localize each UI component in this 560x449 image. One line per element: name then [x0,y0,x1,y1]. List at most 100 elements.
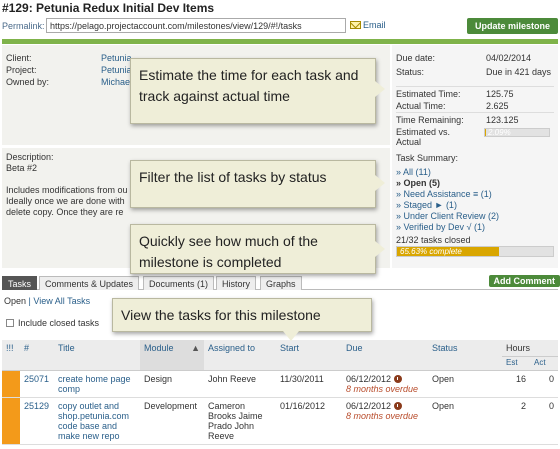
include-closed-checkbox[interactable] [6,319,14,327]
task-assigned: Cameron Brooks Jaime Prado John Reeve [204,397,276,445]
callout-filter-text: Filter the list of tasks by status [139,169,327,185]
sort-asc-icon: ▲ [191,343,200,353]
table-row[interactable]: 25071 create home page comp Design John … [2,370,558,398]
include-closed-label: Include closed tasks [18,318,100,328]
task-hours-est: 2 [502,397,530,445]
callout-time-tracking-text: Estimate the time for each task and trac… [139,67,359,104]
tab-graphs[interactable]: Graphs [260,276,302,290]
status-label: Status: [396,67,425,77]
actual-time-label: Actual Time: [396,101,446,111]
tab-tasks[interactable]: Tasks [2,276,38,290]
task-id-link[interactable]: 25129 [20,397,54,445]
callout-arrow [375,175,385,191]
permalink-row: Permalink: Email Update milestone [2,18,558,34]
project-label: Project: [6,65,37,75]
due-date-value: 04/02/2014 [486,53,532,63]
task-status: Open [428,370,502,398]
actual-time-value: 2.625 [486,101,509,111]
table-row[interactable]: 25129 copy outlet and shop.petunia.com c… [2,397,558,445]
priority-marker [2,397,20,445]
summary-filter-need-assistance[interactable]: » Need Assistance ≡ (1) [396,189,499,200]
task-due: 06/12/2012 [346,374,392,384]
task-title-link[interactable]: copy outlet and shop.petunia.com code ba… [54,397,140,445]
milestone-stats-panel: Due date: 04/02/2014 Status: Due in 421 da… [392,45,558,268]
task-hours-act: 0 [530,370,558,398]
task-due: 06/12/2012 [346,401,392,411]
tab-history[interactable]: History [216,276,257,290]
tasks-closed-text: 21/32 tasks closed [396,235,471,245]
summary-filter-staged[interactable]: » Staged ► (1) [396,200,499,211]
estimated-time-value: 125.75 [486,89,514,99]
client-link[interactable]: Petunia [101,53,132,63]
est-vs-actual-label: Estimated vs. Actual [396,127,451,147]
task-subnav: Open | View All Tasks [4,296,90,306]
email-link[interactable]: Email [350,20,386,30]
callout-milestone-progress: Quickly see how much of the milestone is… [130,224,385,274]
col-status[interactable]: Status [428,340,502,371]
callout-time-tracking: Estimate the time for each task and trac… [130,58,385,124]
summary-filter-client-review[interactable]: » Under Client Review (2) [396,211,499,222]
divider [396,86,554,87]
priority-marker [2,370,20,398]
callout-arrow [283,331,299,341]
page-title: #129: Petunia Redux Initial Dev Items [2,1,215,15]
permalink-label: Permalink: [2,21,45,31]
update-milestone-button[interactable]: Update milestone [466,18,558,34]
summary-filter-all[interactable]: » All (11) [396,167,499,178]
owner-link[interactable]: Michae [101,77,130,87]
callout-arrow [375,81,385,97]
subnav-open[interactable]: Open [4,296,26,306]
envelope-icon [350,21,361,29]
task-summary-list: » All (11) » Open (5) » Need Assistance … [396,167,499,233]
add-comment-button[interactable]: Add Comment [488,275,560,287]
permalink-input[interactable] [46,18,346,33]
task-due-cell: 06/12/2012 8 months overdue [342,370,428,398]
task-hours-act: 0 [530,397,558,445]
task-start: 11/30/2011 [276,370,342,398]
milestone-progress-text: 65.63% complete [400,247,462,256]
include-closed-toggle[interactable]: Include closed tasks [6,318,99,328]
due-date-label: Due date: [396,53,436,63]
task-assigned: John Reeve [204,370,276,398]
col-assigned-to[interactable]: Assigned to [204,340,276,371]
est-vs-actual-bar: 2.09% [484,128,550,137]
task-summary-label: Task Summary: [396,153,459,163]
task-due-cell: 06/12/2012 8 months overdue [342,397,428,445]
description-line: delete copy. Once they are re [6,207,124,217]
time-remaining-value: 123.125 [486,115,519,125]
header-divider [2,39,558,44]
col-id[interactable]: # [20,340,54,371]
overdue-clock-icon [394,402,403,410]
email-label: Email [363,20,386,30]
callout-view-tasks-text: View the tasks for this milestone [121,307,321,323]
col-start[interactable]: Start [276,340,342,371]
est-vs-actual-text: 2.09% [488,128,511,137]
task-id-link[interactable]: 25071 [20,370,54,398]
estimated-time-label: Estimated Time: [396,89,461,99]
tasks-table: !!! # Title Module ▲ Assigned to Start Du… [2,340,558,445]
summary-filter-open[interactable]: » Open (5) [396,178,499,189]
status-value: Due in 421 days [486,67,552,77]
col-module-label: Module [144,343,174,353]
tab-comments-updates[interactable]: Comments & Updates [39,276,140,290]
task-module: Design [140,370,204,398]
project-link[interactable]: Petunia [101,65,132,75]
tab-documents[interactable]: Documents (1) [143,276,215,290]
divider [396,112,554,113]
summary-filter-verified[interactable]: » Verified by Dev √ (1) [396,222,499,233]
client-label: Client: [6,53,32,63]
time-remaining-label: Time Remaining: [396,115,464,125]
subnav-view-all[interactable]: View All Tasks [33,296,90,306]
task-overdue: 8 months overdue [346,411,419,421]
col-hours-act[interactable]: Act [530,356,558,371]
task-hours-est: 16 [502,370,530,398]
task-title-link[interactable]: create home page comp [54,370,140,398]
col-title[interactable]: Title [54,340,140,371]
col-priority[interactable]: !!! [2,340,20,371]
callout-view-tasks: View the tasks for this milestone [112,298,372,341]
subnav-separator: | [28,296,31,306]
col-hours-est[interactable]: Est [502,356,530,371]
callout-arrow [375,241,385,257]
col-module[interactable]: Module ▲ [140,340,204,371]
col-due[interactable]: Due [342,340,428,371]
